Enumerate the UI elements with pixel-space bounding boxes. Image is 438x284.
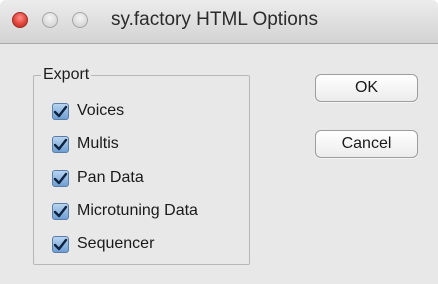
pan-data-label: Pan Data (77, 169, 144, 186)
sequencer-label: Sequencer (77, 235, 155, 252)
dialog-window: sy.factory HTML Options Export Voices Mu… (0, 0, 438, 284)
microtuning-data-checkbox[interactable] (52, 202, 69, 220)
sequencer-checkbox[interactable] (52, 235, 69, 253)
checkmark-icon (53, 205, 68, 217)
close-window-button[interactable] (12, 12, 28, 28)
voices-checkbox[interactable] (52, 102, 69, 120)
multis-label: Multis (77, 135, 119, 152)
minimize-window-button[interactable] (42, 12, 58, 28)
voices-label: Voices (77, 102, 125, 119)
export-group-label: Export (41, 66, 92, 84)
ok-button[interactable]: OK (315, 74, 418, 102)
checkmark-icon (53, 238, 68, 250)
window-title: sy.factory HTML Options (111, 9, 318, 30)
microtuning-data-label: Microtuning Data (77, 202, 198, 219)
microtuning-data-checkbox-row[interactable]: Microtuning Data (52, 200, 198, 222)
pan-data-checkbox[interactable] (52, 169, 69, 187)
multis-checkbox-row[interactable]: Multis (52, 133, 119, 155)
multis-checkbox[interactable] (52, 135, 69, 153)
cancel-button[interactable]: Cancel (315, 130, 418, 158)
checkmark-icon (53, 172, 68, 184)
sequencer-checkbox-row[interactable]: Sequencer (52, 233, 154, 255)
pan-data-checkbox-row[interactable]: Pan Data (52, 167, 144, 189)
title-bar[interactable]: sy.factory HTML Options (0, 0, 438, 44)
checkmark-icon (53, 105, 68, 117)
voices-checkbox-row[interactable]: Voices (52, 100, 124, 122)
zoom-window-button[interactable] (72, 12, 88, 28)
dialog-content: Export Voices Multis Pan Data Microtunin… (0, 44, 438, 284)
checkmark-icon (53, 138, 68, 150)
